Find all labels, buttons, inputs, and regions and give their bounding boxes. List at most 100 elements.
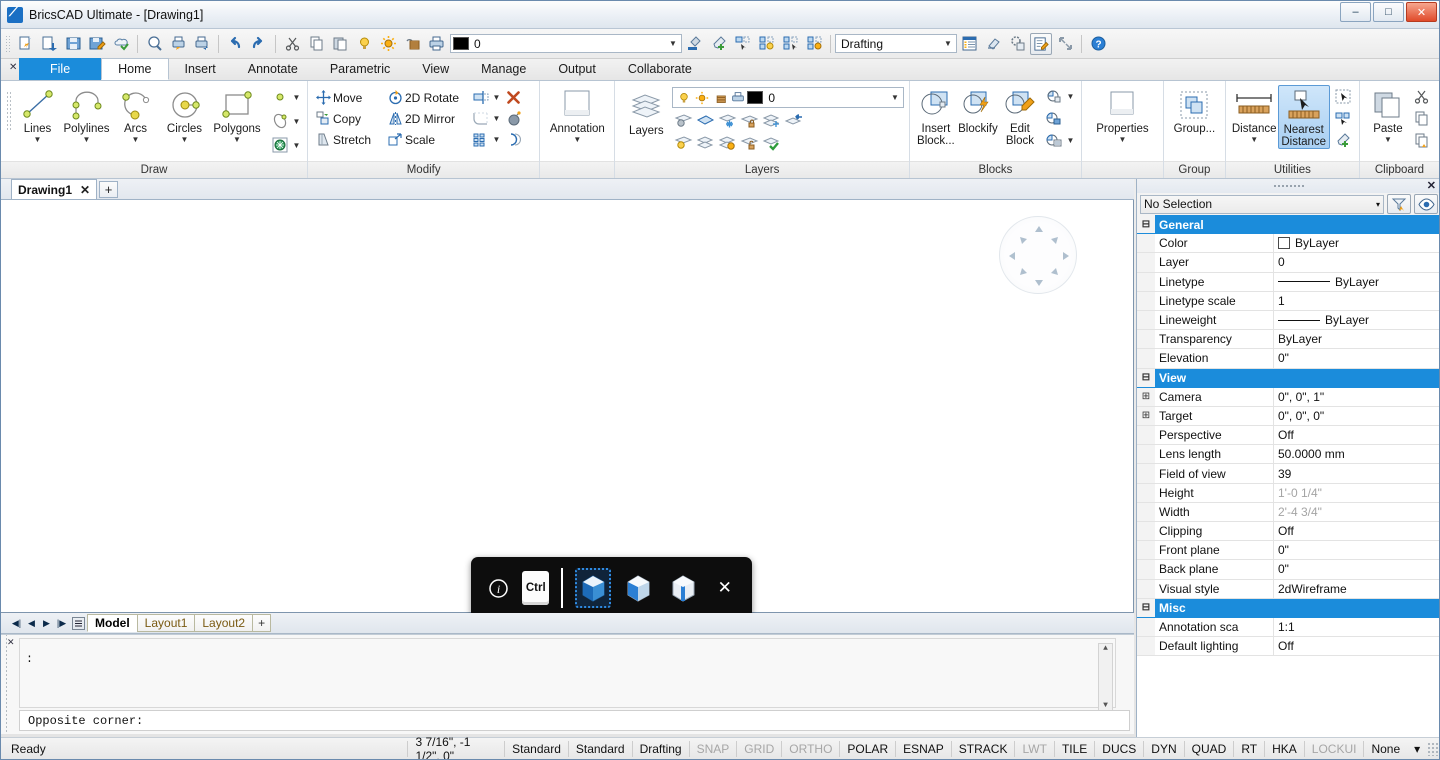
chevron-down-icon[interactable]: ▼ xyxy=(491,135,502,144)
undo-icon[interactable] xyxy=(224,33,246,55)
document-tab-drawing1[interactable]: Drawing1 ✕ xyxy=(11,179,97,199)
property-section-general[interactable]: ⊟ General xyxy=(1137,215,1440,234)
fullscreen-icon[interactable] xyxy=(1054,33,1076,55)
chevron-down-icon[interactable]: ▼ xyxy=(942,39,954,48)
cloud-icon[interactable] xyxy=(110,33,132,55)
save-icon[interactable] xyxy=(62,33,84,55)
quick-select-icon[interactable] xyxy=(1332,107,1354,129)
property-value[interactable]: ByLayer xyxy=(1274,273,1440,292)
solid-cube-icon[interactable] xyxy=(575,568,611,608)
properties-button[interactable]: Properties ▼ xyxy=(1087,85,1158,144)
print-icon[interactable] xyxy=(167,33,189,55)
last-layout-icon[interactable]: |▶ xyxy=(54,616,69,631)
annotation-button[interactable]: Annotation ▼ xyxy=(545,85,609,144)
nearest-distance-button[interactable]: Nearest Distance xyxy=(1278,85,1330,149)
chevron-down-icon[interactable]: ▼ xyxy=(132,136,140,144)
explode-icon[interactable] xyxy=(502,108,524,129)
paste-button[interactable]: Paste ▼ xyxy=(1365,85,1411,144)
chevron-down-icon[interactable]: ▼ xyxy=(83,136,91,144)
chevron-down-icon[interactable]: ▼ xyxy=(181,136,189,144)
layer-on-icon[interactable] xyxy=(672,132,694,153)
property-row-field-of-view[interactable]: Field of view 39 xyxy=(1137,464,1440,483)
property-value[interactable]: ByLayer xyxy=(1274,311,1440,330)
property-value[interactable]: 50.0000 mm xyxy=(1274,445,1440,464)
ellipse-icon[interactable] xyxy=(269,111,291,132)
block-attributes-icon[interactable] xyxy=(1043,86,1065,107)
printer-icon[interactable] xyxy=(425,33,447,55)
property-row-annotation-scale[interactable]: Annotation sca 1:1 xyxy=(1137,618,1440,637)
property-value[interactable]: 0" xyxy=(1274,541,1440,560)
close-button[interactable]: ✕ xyxy=(1406,2,1437,22)
status-dropdown-caret-icon[interactable]: ▾ xyxy=(1407,741,1427,757)
lightbulb-icon[interactable] xyxy=(353,33,375,55)
property-row-color[interactable]: Color ByLayer xyxy=(1137,234,1440,253)
status-cell-dyn[interactable]: DYN xyxy=(1143,741,1183,757)
lightbulb-icon[interactable] xyxy=(676,90,692,106)
chevron-down-icon[interactable]: ▼ xyxy=(889,93,901,102)
array-icon[interactable] xyxy=(469,129,491,150)
chevron-down-icon[interactable]: ▼ xyxy=(291,93,302,102)
property-row-target[interactable]: ⊞ Target 0", 0", 0" xyxy=(1137,407,1440,426)
cube-face-icon[interactable] xyxy=(620,568,656,608)
layer-previous-icon[interactable] xyxy=(694,110,716,131)
collapse-icon[interactable]: ⊟ xyxy=(1137,215,1155,234)
delete-icon[interactable] xyxy=(502,87,524,108)
layer-lock-icon[interactable] xyxy=(738,110,760,131)
layer-thaw-icon[interactable] xyxy=(716,132,738,153)
draw-lines-button[interactable]: Lines ▼ xyxy=(13,85,62,144)
property-row-clipping[interactable]: Clipping Off xyxy=(1137,522,1440,541)
distance-button[interactable]: Distance ▼ xyxy=(1231,85,1278,144)
property-value[interactable]: Off xyxy=(1274,637,1440,656)
printer-icon[interactable] xyxy=(730,90,746,106)
scroll-down-icon[interactable]: ▼ xyxy=(1103,701,1108,710)
status-cell-lwt[interactable]: LWT xyxy=(1014,741,1053,757)
property-value[interactable]: 0 xyxy=(1274,253,1440,272)
property-row-camera[interactable]: ⊞ Camera 0", 0", 1" xyxy=(1137,388,1440,407)
new-layout-button[interactable]: + xyxy=(252,614,271,632)
layer-state-icon[interactable] xyxy=(803,33,825,55)
sun-icon[interactable] xyxy=(694,90,710,106)
modify-scale-button[interactable]: Scale xyxy=(385,129,469,150)
draw-polylines-button[interactable]: Polylines ▼ xyxy=(62,85,111,144)
status-coordinates[interactable]: 3 7/16", -1 1/2", 0" xyxy=(407,741,504,757)
freeze-icon[interactable] xyxy=(712,90,728,106)
block-save-icon[interactable] xyxy=(1043,108,1065,129)
property-row-linetype-scale[interactable]: Linetype scale 1 xyxy=(1137,292,1440,311)
status-cell-lockui[interactable]: LOCKUI xyxy=(1304,741,1364,757)
ribbon-tab-manage[interactable]: Manage xyxy=(465,58,542,80)
chevron-down-icon[interactable]: ▼ xyxy=(573,136,581,144)
point-icon[interactable] xyxy=(269,87,291,108)
property-row-lineweight[interactable]: Lineweight ByLayer xyxy=(1137,311,1440,330)
status-cell-snap[interactable]: SNAP xyxy=(689,741,737,757)
select-similar-icon[interactable] xyxy=(731,33,753,55)
freeze-icon[interactable] xyxy=(401,33,423,55)
eraser-icon[interactable] xyxy=(982,33,1004,55)
workspace-combo-box[interactable]: Drafting ▼ xyxy=(835,34,957,53)
offset-icon[interactable] xyxy=(502,129,524,150)
status-cell-ducs[interactable]: DUCS xyxy=(1094,741,1143,757)
notes-icon[interactable] xyxy=(1030,33,1052,55)
status-cell-hka[interactable]: HKA xyxy=(1264,741,1304,757)
minimize-button[interactable]: – xyxy=(1340,2,1371,22)
layer-select-icon[interactable] xyxy=(755,33,777,55)
ribbon-layer-combo[interactable]: 0 ▼ xyxy=(672,87,904,108)
layout-tab-model[interactable]: Model xyxy=(87,614,138,632)
property-row-perspective[interactable]: Perspective Off xyxy=(1137,426,1440,445)
property-value[interactable]: 0", 0", 1" xyxy=(1274,388,1440,407)
ribbon-tab-view[interactable]: View xyxy=(406,58,465,80)
layout-tab-layout1[interactable]: Layout1 xyxy=(137,614,196,632)
status-cell-tile[interactable]: TILE xyxy=(1054,741,1094,757)
property-value[interactable]: 0", 0", 0" xyxy=(1274,407,1440,426)
ribbon-tab-parametric[interactable]: Parametric xyxy=(314,58,406,80)
layer-merge-icon[interactable] xyxy=(782,110,804,131)
property-row-layer[interactable]: Layer 0 xyxy=(1137,253,1440,272)
select-all-icon[interactable] xyxy=(1332,85,1354,107)
status-cell-esnap[interactable]: ESNAP xyxy=(895,741,951,757)
layers-button[interactable]: Layers xyxy=(620,87,672,137)
select-visible-icon[interactable] xyxy=(1414,194,1438,214)
ribbon-tab-insert[interactable]: Insert xyxy=(169,58,232,80)
group-button[interactable]: Group... xyxy=(1169,85,1220,135)
property-value[interactable]: 39 xyxy=(1274,464,1440,483)
property-value[interactable]: 1 xyxy=(1274,292,1440,311)
copy-icon[interactable] xyxy=(1411,107,1433,129)
